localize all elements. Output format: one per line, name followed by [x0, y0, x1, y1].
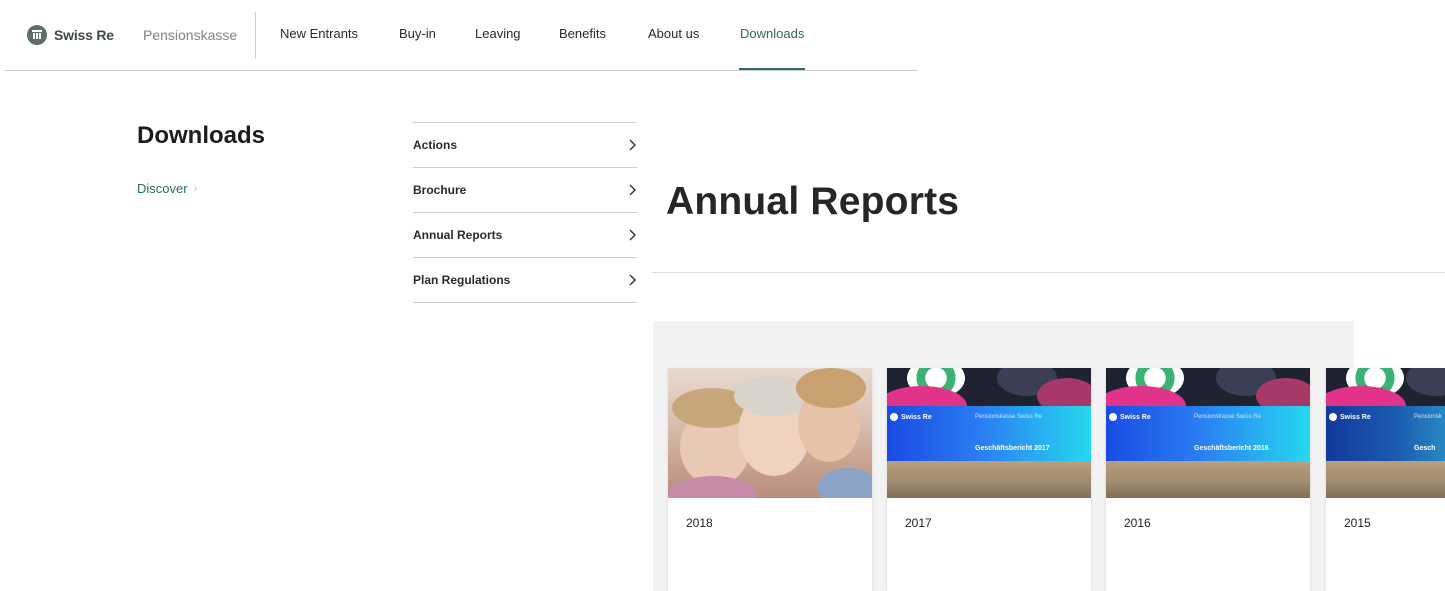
- page-title: Annual Reports: [666, 180, 960, 223]
- swiss-re-logo-icon: [1329, 413, 1337, 421]
- cover-brand: Swiss Re: [1120, 413, 1151, 421]
- nav-benefits[interactable]: Benefits: [559, 26, 606, 41]
- nav-new-entrants[interactable]: New Entrants: [280, 26, 358, 41]
- cover-logo: Swiss Re: [1329, 413, 1371, 421]
- report-cover-image: [668, 368, 872, 498]
- cover-brand: Swiss Re: [1340, 413, 1371, 421]
- cover-logo: Swiss Re: [1109, 413, 1151, 421]
- report-card-2017[interactable]: Swiss Re Pensionskasse Swiss Re Geschäft…: [887, 368, 1091, 591]
- report-card-2018[interactable]: 2018: [668, 368, 872, 591]
- cover-title: Geschäftsbericht 2017: [975, 445, 1050, 452]
- nav-buy-in[interactable]: Buy-in: [399, 26, 436, 41]
- cover-title: Gesch: [1414, 445, 1436, 452]
- swiss-re-logo-icon: [1109, 413, 1117, 421]
- cover-subtitle: Pensionsk: [1414, 414, 1442, 420]
- chevron-right-icon: [629, 184, 636, 196]
- brand-subtitle[interactable]: Pensionskasse: [143, 27, 237, 43]
- cover-title: Geschäftsbericht 2016: [1194, 445, 1269, 452]
- cover-subtitle: Pensionskasse Swiss Re: [1194, 414, 1262, 420]
- downloads-submenu: Actions Brochure Annual Reports Plan Reg…: [413, 122, 637, 303]
- chevron-right-icon: [629, 139, 636, 151]
- nav-downloads[interactable]: Downloads: [740, 26, 804, 41]
- section-title: Downloads: [137, 122, 266, 149]
- discover-link[interactable]: Discover ›: [137, 181, 197, 196]
- chevron-right-icon: [629, 274, 636, 286]
- nav-about-us[interactable]: About us: [648, 26, 699, 41]
- cover-brand: Swiss Re: [901, 413, 932, 421]
- site-header: Swiss Re Pensionskasse New Entrants Buy-…: [4, 0, 918, 71]
- report-year: 2015: [1344, 516, 1371, 530]
- submenu-item-label: Plan Regulations: [413, 273, 511, 287]
- swiss-re-logo-icon: [27, 25, 47, 45]
- title-divider: [652, 272, 1445, 273]
- chevron-right-icon: ›: [193, 182, 198, 195]
- report-card-2016[interactable]: Swiss Re Pensionskasse Swiss Re Geschäft…: [1106, 368, 1310, 591]
- swiss-re-logo-icon: [890, 413, 898, 421]
- header-divider: [255, 12, 256, 59]
- report-year: 2016: [1124, 516, 1151, 530]
- report-year: 2017: [905, 516, 932, 530]
- chevron-right-icon: [629, 229, 636, 241]
- report-year: 2018: [686, 516, 713, 530]
- discover-label: Discover: [137, 181, 188, 196]
- submenu-item-annual-reports[interactable]: Annual Reports: [413, 213, 637, 258]
- cover-logo: Swiss Re: [890, 413, 932, 421]
- report-cover-image: Swiss Re Pensionskasse Swiss Re Geschäft…: [1106, 368, 1310, 498]
- nav-leaving[interactable]: Leaving: [475, 26, 521, 41]
- logo-text: Swiss Re: [54, 27, 114, 43]
- nav-active-indicator: [739, 68, 805, 70]
- report-card-2015[interactable]: Swiss Re Pensionsk Gesch 2015: [1326, 368, 1445, 591]
- cover-subtitle: Pensionskasse Swiss Re: [975, 414, 1043, 420]
- submenu-item-label: Actions: [413, 138, 458, 152]
- submenu-item-plan-regulations[interactable]: Plan Regulations: [413, 258, 637, 303]
- submenu-item-label: Brochure: [413, 183, 467, 197]
- report-cover-image: Swiss Re Pensionsk Gesch: [1326, 368, 1445, 498]
- submenu-item-actions[interactable]: Actions: [413, 123, 637, 168]
- swiss-re-logo[interactable]: Swiss Re: [27, 25, 114, 45]
- submenu-item-brochure[interactable]: Brochure: [413, 168, 637, 213]
- report-cover-image: Swiss Re Pensionskasse Swiss Re Geschäft…: [887, 368, 1091, 498]
- submenu-item-label: Annual Reports: [413, 228, 503, 242]
